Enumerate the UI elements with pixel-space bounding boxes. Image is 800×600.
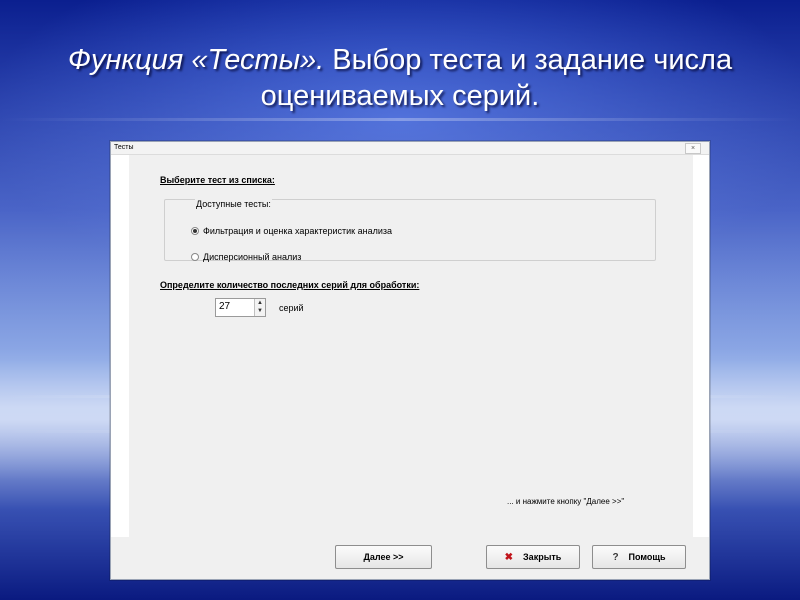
help-icon: ? xyxy=(612,551,619,563)
close-x-icon: ✖ xyxy=(504,551,514,563)
radio-option-dispersion[interactable]: Дисперсионный анализ xyxy=(191,252,301,262)
available-tests-legend: Доступные тесты: xyxy=(195,199,272,209)
radio-option-filtration[interactable]: Фильтрация и оценка характеристик анализ… xyxy=(191,226,392,236)
close-icon: × xyxy=(690,145,696,152)
radio-unchecked-icon xyxy=(191,253,199,261)
radio-checked-icon xyxy=(191,227,199,235)
series-units-label: серий xyxy=(279,303,304,313)
dialog-content: Выберите тест из списка: Доступные тесты… xyxy=(129,155,693,537)
next-button-label: Далее >> xyxy=(363,552,404,562)
spinner-arrows: ▲ ▼ xyxy=(254,299,265,316)
help-button-label: Помощь xyxy=(628,552,666,562)
spinner-up-icon[interactable]: ▲ xyxy=(255,299,265,307)
help-button[interactable]: ? Помощь xyxy=(592,545,686,569)
next-button[interactable]: Далее >> xyxy=(335,545,432,569)
series-section-label-text: Определите количество последних серий дл… xyxy=(160,280,420,290)
window-close-button[interactable]: × xyxy=(685,143,701,154)
slide-title-italic: Функция «Тесты». xyxy=(67,44,325,76)
background-streak xyxy=(0,118,800,121)
close-button[interactable]: ✖ Закрыть xyxy=(486,545,580,569)
slide-title-rest: Выбор теста и задание числа оцениваемых … xyxy=(260,44,733,112)
title-bar: Тесты × xyxy=(111,142,709,155)
hint-text: ... и нажмите кнопку "Далее >>" xyxy=(507,497,625,506)
series-count-value[interactable]: 27 xyxy=(219,301,230,312)
test-section-label-text: Выберите тест из списка: xyxy=(160,175,275,185)
dialog-footer: Далее >> ✖ Закрыть ? Помощь xyxy=(111,537,709,579)
series-section-label: Определите количество последних серий дл… xyxy=(160,280,419,290)
window-title: Тесты xyxy=(114,144,134,151)
test-section-label: Выберите тест из списка: xyxy=(160,175,275,185)
radio-label: Дисперсионный анализ xyxy=(203,252,302,262)
slide-title: Функция «Тесты». Выбор теста и задание ч… xyxy=(40,42,760,114)
spinner-down-icon[interactable]: ▼ xyxy=(255,307,265,315)
series-count-spinner[interactable]: 27 ▲ ▼ xyxy=(215,298,266,317)
tests-dialog: Тесты × Выберите тест из списка: Доступн… xyxy=(110,141,710,580)
radio-label: Фильтрация и оценка характеристик анализ… xyxy=(203,226,392,236)
close-button-label: Закрыть xyxy=(523,552,562,562)
